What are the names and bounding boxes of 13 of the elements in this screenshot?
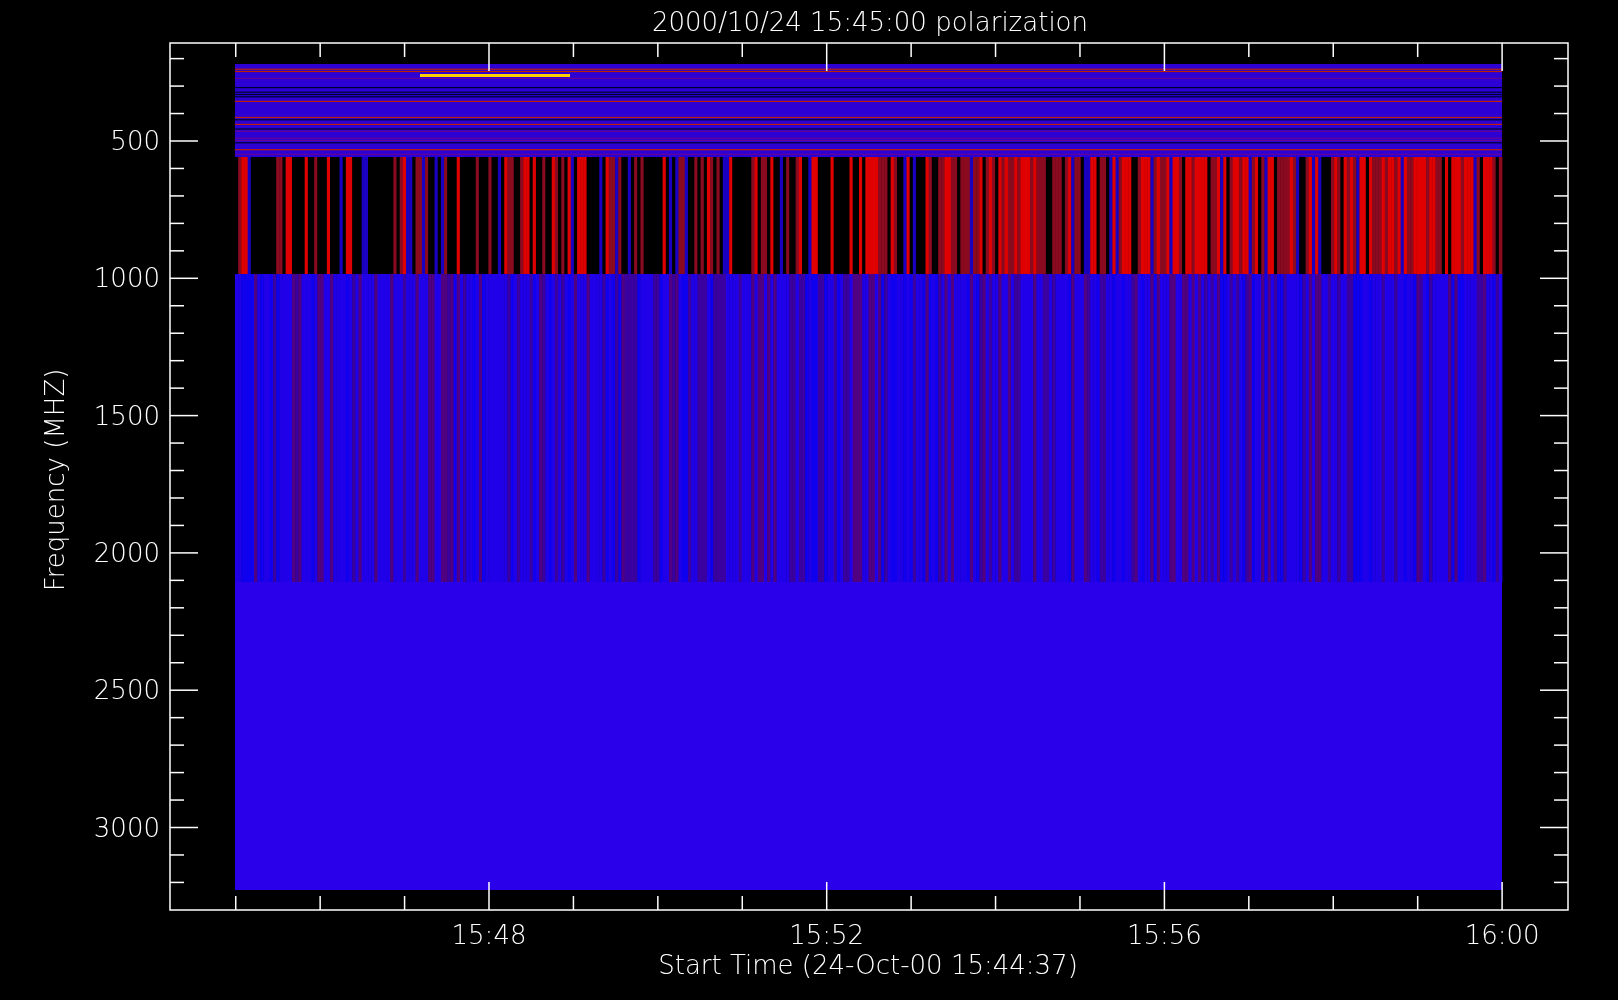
- y-axis-label: Frequency (MHZ): [40, 368, 70, 592]
- x-axis-label: Start Time (24-Oct-00 15:44:37): [658, 950, 1078, 980]
- y-tick-label: 500: [110, 126, 160, 156]
- x-tick-label: 15:56: [1126, 920, 1202, 950]
- y-tick-label: 1500: [93, 400, 160, 431]
- y-tick-label: 3000: [93, 812, 160, 843]
- x-tick-label: 15:52: [789, 920, 865, 950]
- chart-title: 2000/10/24 15:45:00 polarization: [652, 7, 1088, 37]
- y-tick-label: 2500: [93, 675, 160, 706]
- y-tick-label: 1000: [93, 263, 160, 294]
- x-tick-label: 15:48: [451, 920, 527, 950]
- x-tick-label: 16:00: [1464, 920, 1540, 950]
- y-tick-label: 2000: [93, 537, 160, 568]
